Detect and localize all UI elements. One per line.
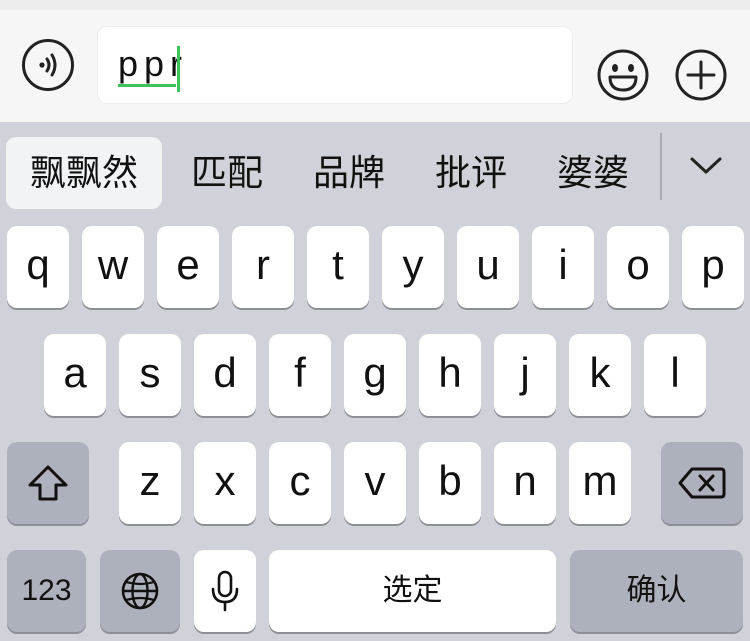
text-cursor [177,46,180,92]
emoji-button[interactable] [596,48,650,102]
input-bar: ppr [0,0,750,122]
key-h[interactable]: h [419,334,481,416]
voice-wave-icon [39,53,57,77]
key-g[interactable]: g [344,334,406,416]
candidate-4[interactable]: 批评 [420,137,522,209]
key-p[interactable]: p [682,226,744,308]
key-y[interactable]: y [382,226,444,308]
key-b[interactable]: b [419,442,481,524]
key-e[interactable]: e [157,226,219,308]
key-a[interactable]: a [44,334,106,416]
candidate-5[interactable]: 婆婆 [542,137,644,209]
key-l[interactable]: l [644,334,706,416]
plus-circle-icon [675,49,727,101]
key-x[interactable]: x [194,442,256,524]
smiley-face-icon [597,49,649,101]
key-u[interactable]: u [457,226,519,308]
key-o[interactable]: o [607,226,669,308]
message-input[interactable]: ppr [97,26,573,104]
key-m[interactable]: m [569,442,631,524]
key-r[interactable]: r [232,226,294,308]
shift-arrow-icon [28,465,68,501]
candidate-divider [660,133,662,200]
key-t[interactable]: t [307,226,369,308]
wechat-input-screen: ppr 飘飘然 匹配 品牌 批评 婆婆 q w e r t y u i o p … [0,0,750,641]
expand-candidates-button[interactable] [680,147,732,187]
confirm-key[interactable]: 确认 [570,550,743,632]
chevron-down-icon [690,157,722,174]
key-w[interactable]: w [82,226,144,308]
key-j[interactable]: j [494,334,556,416]
composing-underline [118,84,176,87]
globe-icon [121,572,159,610]
candidate-3[interactable]: 品牌 [298,137,400,209]
key-d[interactable]: d [194,334,256,416]
shift-key[interactable] [7,442,89,524]
candidate-2[interactable]: 匹配 [176,137,278,209]
backspace-icon [678,467,726,499]
globe-key[interactable] [100,550,180,632]
space-select-key[interactable]: 选定 [269,550,556,632]
mic-key[interactable] [194,550,256,632]
key-s[interactable]: s [119,334,181,416]
key-z[interactable]: z [119,442,181,524]
microphone-icon [211,570,239,612]
key-k[interactable]: k [569,334,631,416]
key-v[interactable]: v [344,442,406,524]
key-f[interactable]: f [269,334,331,416]
more-button[interactable] [674,48,728,102]
key-n[interactable]: n [494,442,556,524]
key-i[interactable]: i [532,226,594,308]
voice-button[interactable] [22,39,74,91]
backspace-key[interactable] [661,442,743,524]
key-q[interactable]: q [7,226,69,308]
candidate-1[interactable]: 飘飘然 [6,137,162,209]
candidate-bar: 飘飘然 匹配 品牌 批评 婆婆 [0,122,750,222]
key-c[interactable]: c [269,442,331,524]
numbers-key[interactable]: 123 [7,550,86,632]
